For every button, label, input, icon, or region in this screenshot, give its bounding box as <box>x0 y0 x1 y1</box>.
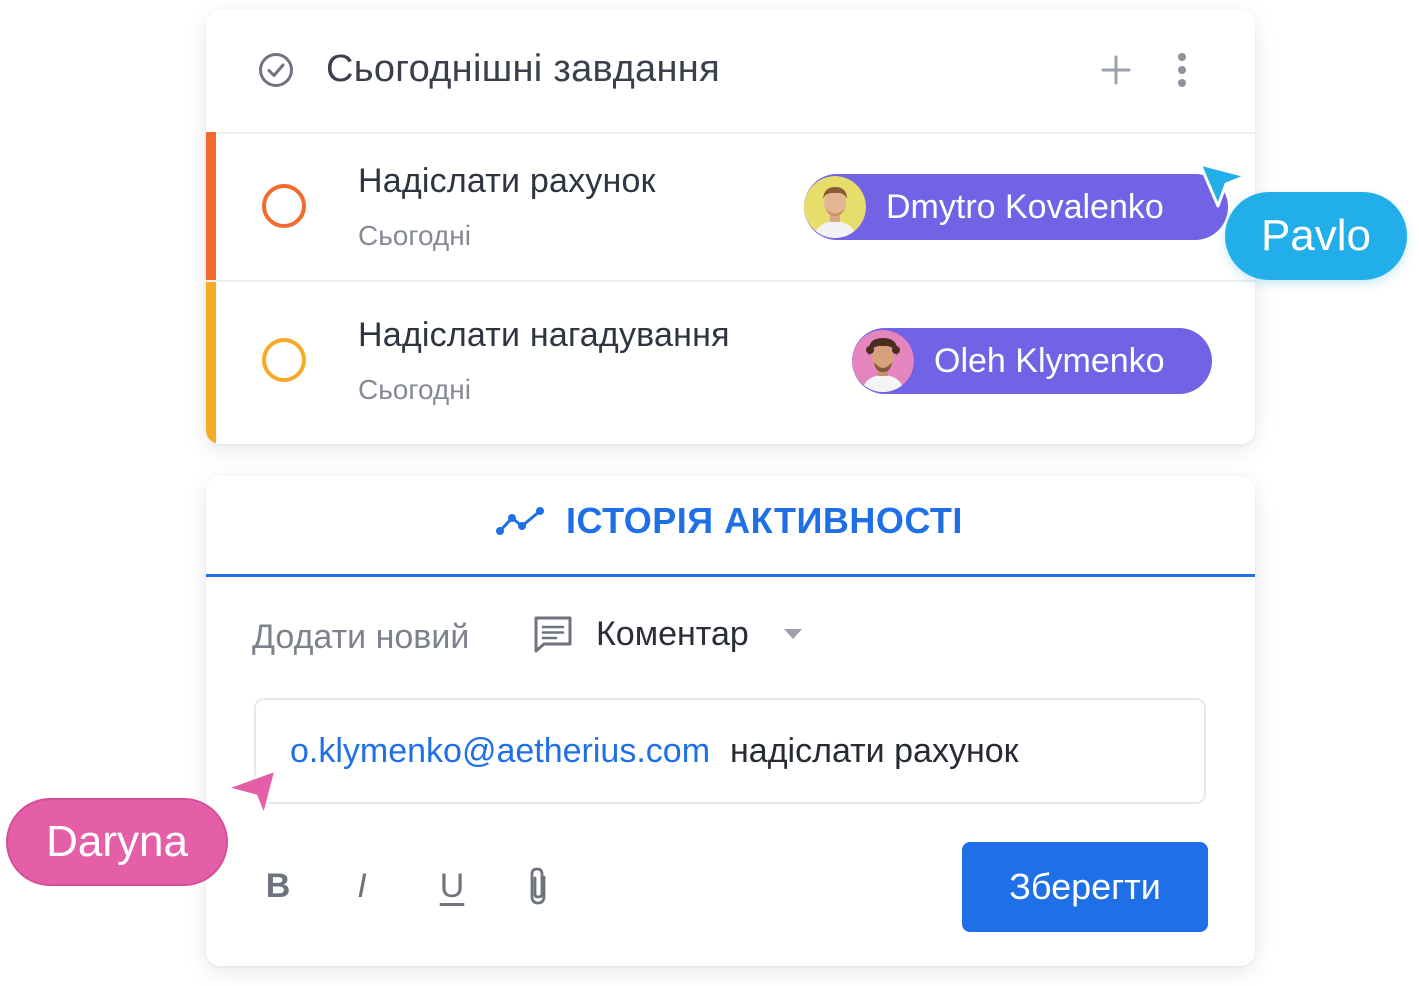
chevron-down-icon <box>783 629 802 639</box>
attach-button[interactable] <box>516 862 560 910</box>
todays-tasks-card: Сьогоднішні завдання Надіслати рахунок С… <box>206 10 1255 444</box>
save-button[interactable]: Зберегти <box>962 842 1208 932</box>
italic-button[interactable]: I <box>340 862 384 910</box>
activity-header: ІСТОРІЯ АКТИВНОСТІ <box>206 476 1255 577</box>
cursor-daryna-arrow-icon <box>224 768 278 818</box>
task-title: Надіслати нагадування <box>358 316 730 354</box>
add-new-label: Додати новий <box>252 618 470 656</box>
task-complete-checkbox[interactable] <box>262 184 306 228</box>
assignee-name: Oleh Klymenko <box>934 341 1165 380</box>
avatar <box>804 176 866 238</box>
task-complete-checkbox[interactable] <box>262 338 306 382</box>
tasks-panel-title: Сьогоднішні завдання <box>326 48 720 90</box>
comment-text: надіслати рахунок <box>730 731 1019 770</box>
comment-input[interactable]: o.klymenko@aetherius.com надіслати рахун… <box>254 698 1206 804</box>
add-task-plus-icon[interactable] <box>1100 54 1132 86</box>
activity-trend-icon <box>496 507 544 535</box>
assignee-pill[interactable]: Oleh Klymenko <box>852 328 1212 394</box>
more-options-icon[interactable] <box>1170 50 1194 90</box>
underline-button[interactable]: U <box>430 862 474 910</box>
priority-bar <box>206 282 216 444</box>
mention-link[interactable]: o.klymenko@aetherius.com <box>290 732 710 771</box>
tab-activity-history[interactable]: ІСТОРІЯ АКТИВНОСТІ <box>496 500 963 542</box>
cursor-pavlo-label: Pavlo <box>1225 192 1407 280</box>
cursor-daryna-label: Daryna <box>6 798 228 886</box>
activity-card: ІСТОРІЯ АКТИВНОСТІ Додати новий Коментар… <box>206 476 1255 966</box>
comment-type-select[interactable]: Коментар <box>532 614 803 654</box>
paperclip-icon <box>530 867 546 905</box>
task-title: Надіслати рахунок <box>358 162 656 200</box>
priority-bar <box>206 132 216 280</box>
bold-button[interactable]: B <box>256 862 300 910</box>
task-row[interactable]: Надіслати нагадування Сьогодні Oleh Klym… <box>206 282 1255 444</box>
task-due-date: Сьогодні <box>358 374 471 405</box>
task-row[interactable]: Надіслати рахунок Сьогодні Dmytro Kovale… <box>206 132 1255 282</box>
comment-type-value: Коментар <box>596 614 749 653</box>
tab-label: ІСТОРІЯ АКТИВНОСТІ <box>566 500 963 541</box>
assignee-pill[interactable]: Dmytro Kovalenko <box>804 174 1228 240</box>
task-due-date: Сьогодні <box>358 220 471 251</box>
avatar <box>852 330 914 392</box>
comment-icon <box>534 616 572 653</box>
assignee-name: Dmytro Kovalenko <box>886 187 1164 226</box>
italic-label: I <box>357 866 367 905</box>
tasks-header: Сьогоднішні завдання <box>206 10 1255 134</box>
check-circle-icon <box>259 53 293 87</box>
